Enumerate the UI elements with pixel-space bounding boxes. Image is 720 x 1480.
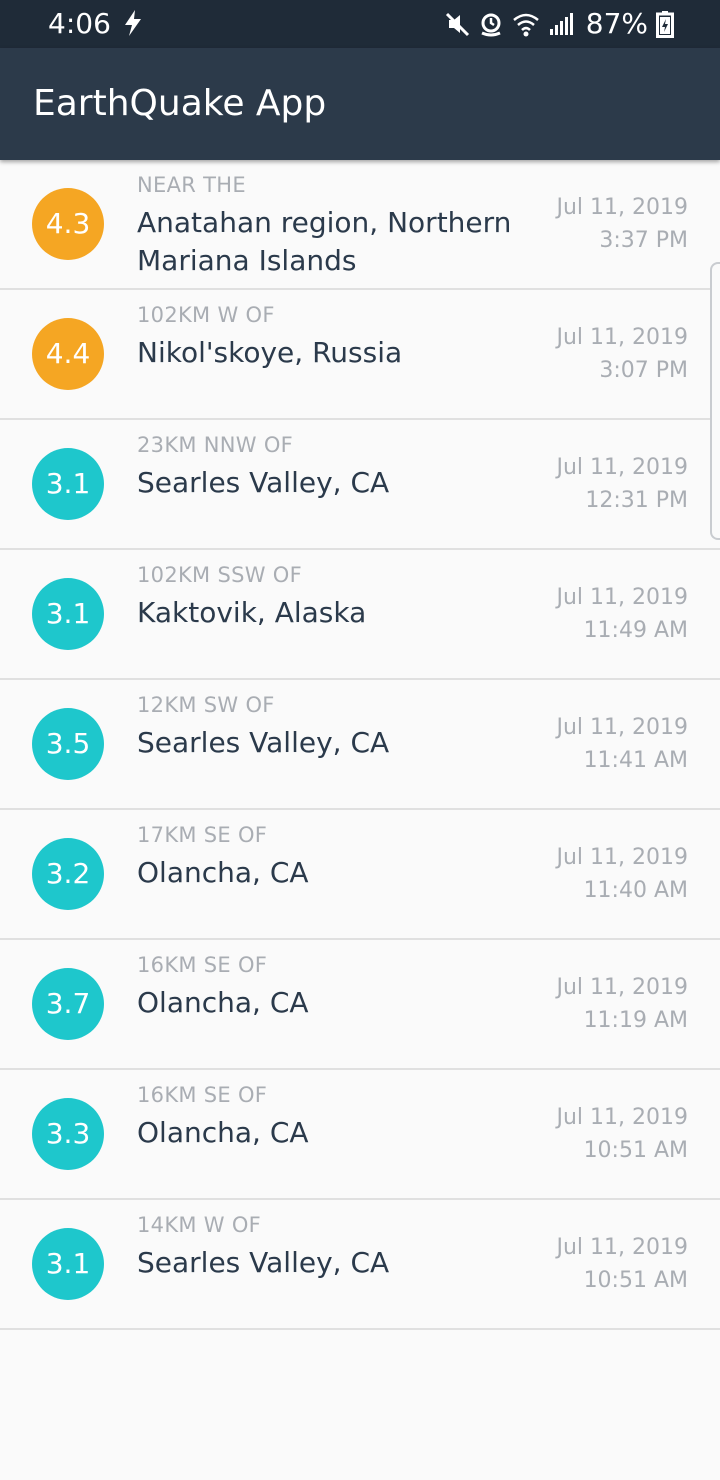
quake-date: Jul 11, 2019 [556,1235,688,1260]
magnitude-badge: 3.1 [32,578,104,650]
scrollbar[interactable] [710,262,720,540]
magnitude-badge: 3.1 [32,1228,104,1300]
quake-time: 11:49 AM [583,618,688,643]
mute-icon [445,12,469,37]
magnitude-badge: 3.5 [32,708,104,780]
list-item[interactable]: 3.1 23KM NNW OF Searles Valley, CA Jul 11, … [0,420,720,550]
magnitude-badge: 4.4 [32,318,104,390]
location-offset: 16KM SE OF [137,1083,268,1107]
quake-time: 11:19 AM [583,1008,688,1033]
primary-location: Anatahan region, Northern Mariana Island… [137,206,512,277]
primary-location: Nikol'skoye, Russia [137,336,403,369]
status-icons: 87% [444,8,674,40]
primary-location: Searles Valley, CA [137,466,390,499]
location-offset: 14KM W OF [137,1213,262,1237]
location-offset: 17KM SE OF [137,823,268,847]
alarm-icon [481,13,501,37]
quake-date: Jul 11, 2019 [556,195,688,220]
list-item[interactable]: 3.3 16KM SE OF Olancha, CA Jul 11, 2019 10:5… [0,1070,720,1200]
list-item[interactable]: 3.5 12KM SW OF Searles Valley, CA Jul 11, 2… [0,680,720,810]
magnitude-badge: 3.7 [32,968,104,1040]
location-offset: NEAR THE [137,173,246,197]
location-offset: 102KM SSW OF [137,563,302,587]
wifi-icon [512,13,539,37]
primary-location: Searles Valley, CA [137,1246,390,1279]
magnitude-badge: 3.1 [32,448,104,520]
list-item[interactable]: 3.1 14KM W OF Searles Valley, CA Jul 11, 20… [0,1200,720,1330]
list-item[interactable]: 3.1 102KM SSW OF Kaktovik, Alaska Jul 11, 2… [0,550,720,680]
quake-time: 3:37 PM [599,228,688,253]
location-offset: 23KM NNW OF [137,433,294,457]
magnitude-badge: 3.2 [32,838,104,910]
primary-location: Olancha, CA [137,1116,309,1149]
quake-date: Jul 11, 2019 [556,845,688,870]
signal-icon [549,13,573,35]
app-title: EarthQuake App [33,83,327,124]
quake-date: Jul 11, 2019 [556,715,688,740]
primary-location: Olancha, CA [137,986,309,1019]
status-time: 4:06 [48,7,111,40]
magnitude-badge: 4.3 [32,188,104,260]
magnitude-badge: 3.3 [32,1098,104,1170]
primary-location: Olancha, CA [137,856,309,889]
quake-time: 10:51 AM [583,1138,688,1163]
primary-location: Kaktovik, Alaska [137,596,367,629]
location-offset: 16KM SE OF [137,953,268,977]
quake-time: 3:07 PM [599,358,688,383]
battery-percent: 87% [585,7,648,40]
app-bar: EarthQuake App [0,48,720,160]
list-item[interactable]: 4.3 NEAR THE Anatahan region, Northern Mar… [0,160,720,290]
quake-time: 11:41 AM [583,748,688,773]
quake-time: 10:51 AM [583,1268,688,1293]
list-item[interactable]: 3.7 16KM SE OF Olancha, CA Jul 11, 2019 11:1… [0,940,720,1070]
primary-location: Searles Valley, CA [137,726,390,759]
earthquake-list[interactable]: 4.3 NEAR THE Anatahan region, Northern Mar… [0,160,720,1330]
quake-date: Jul 11, 2019 [556,1105,688,1130]
list-item[interactable]: 4.4 102KM W OF Nikol'skoye, Russia Jul 11, … [0,290,720,420]
status-bar: 4:06 87% [0,0,720,48]
location-offset: 102KM W OF [137,303,275,327]
quake-date: Jul 11, 2019 [556,975,688,1000]
battery-icon [656,11,674,38]
quake-date: Jul 11, 2019 [556,585,688,610]
quake-time: 11:40 AM [583,878,688,903]
quake-date: Jul 11, 2019 [556,325,688,350]
location-offset: 12KM SW OF [137,693,275,717]
list-item[interactable]: 3.2 17KM SE OF Olancha, CA Jul 11, 2019 11:4… [0,810,720,940]
quake-time: 12:31 PM [585,488,688,513]
quake-date: Jul 11, 2019 [556,455,688,480]
flash-icon [125,10,141,36]
